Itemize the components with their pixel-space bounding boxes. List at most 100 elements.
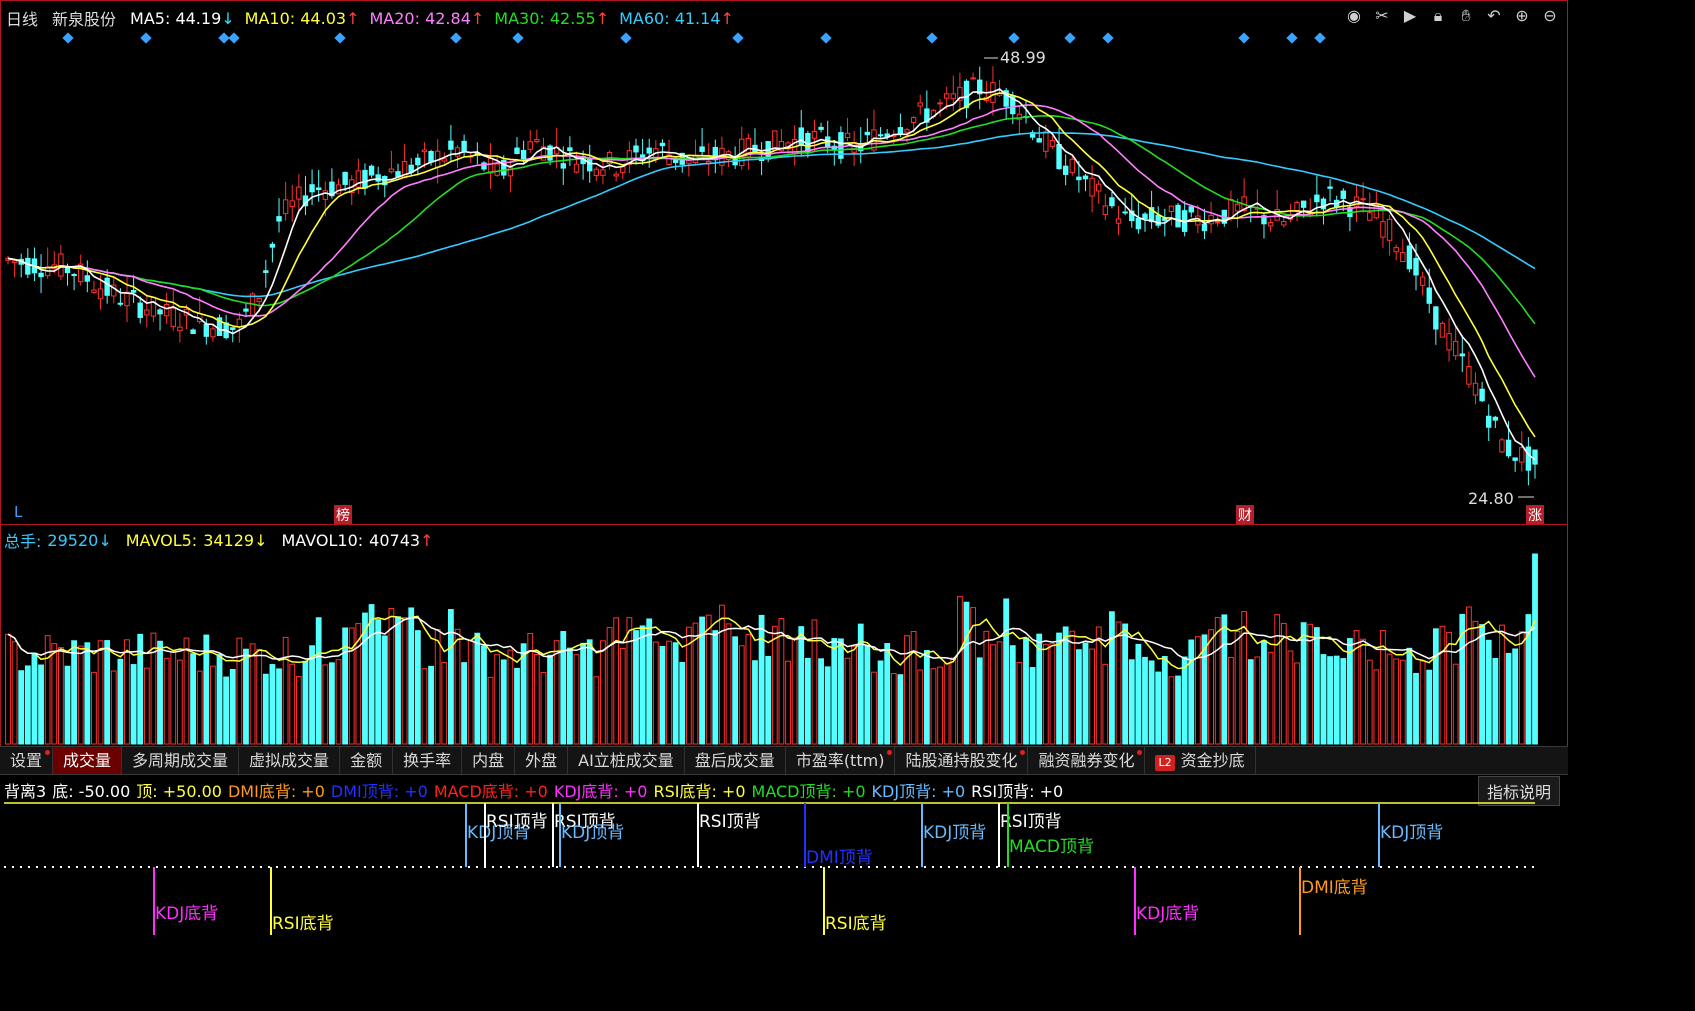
candle-body xyxy=(342,171,348,185)
volume-bar xyxy=(31,652,38,745)
tag-cai[interactable]: 财 xyxy=(1236,505,1254,525)
volume-bar xyxy=(1247,659,1254,745)
tab-7[interactable]: 外盘 xyxy=(515,747,569,774)
volume-bar xyxy=(996,641,1003,745)
volume-bar xyxy=(785,660,791,745)
tab-11[interactable]: 陆股通持股变化 xyxy=(895,747,1029,774)
volume-bar xyxy=(520,643,527,745)
candle-body xyxy=(1043,131,1049,152)
volume-bar xyxy=(1499,624,1505,745)
tab-5[interactable]: 换手率 xyxy=(393,747,463,774)
volume-bar xyxy=(117,658,124,745)
tab-4[interactable]: 金额 xyxy=(340,747,394,774)
svg-text:RSI底背: RSI底背 xyxy=(825,914,887,934)
signal-marker xyxy=(512,32,524,44)
signal-marker xyxy=(732,32,744,44)
candle-body xyxy=(910,117,917,124)
tab-13[interactable]: L2 资金抄底 xyxy=(1145,747,1256,774)
volume-bar xyxy=(130,664,137,745)
tab-6[interactable]: 内盘 xyxy=(462,747,516,774)
candle-body xyxy=(1393,247,1399,253)
volume-bar xyxy=(1142,656,1148,745)
candle-body xyxy=(210,328,216,338)
volume-bar xyxy=(600,640,606,745)
tab-label: AI立桩成交量 xyxy=(578,751,674,770)
tag-bang[interactable]: 榜 xyxy=(334,505,352,525)
candle-body xyxy=(276,216,282,222)
volume-bar xyxy=(593,676,600,745)
volume-bar xyxy=(1102,663,1109,745)
candle-body xyxy=(527,141,533,150)
volume-bar xyxy=(679,662,686,745)
tab-3[interactable]: 虚拟成交量 xyxy=(239,747,341,774)
volume-bar xyxy=(421,668,428,745)
candle-body xyxy=(560,163,566,169)
volume-bar xyxy=(176,659,183,745)
tab-10[interactable]: 市盈率(ttm) xyxy=(786,747,896,774)
divergence-signal: DMI顶背 xyxy=(804,803,873,868)
volume-bar xyxy=(652,641,659,745)
volume-bar xyxy=(395,616,401,745)
tab-1[interactable]: 成交量 xyxy=(53,747,123,774)
volume-bar xyxy=(1313,627,1320,745)
candle-body xyxy=(1479,388,1485,402)
price-chart[interactable]: 48.99 24.80 xyxy=(0,0,1568,523)
tab-12[interactable]: 融资融券变化 xyxy=(1028,747,1146,774)
volume-bar xyxy=(566,647,573,745)
tab-label: 内盘 xyxy=(472,751,505,770)
volume-bar xyxy=(447,609,454,745)
candle-body xyxy=(613,173,619,177)
volume-bar xyxy=(295,676,302,745)
indicator-item-1: 顶: +50.00 xyxy=(136,782,222,801)
divergence-chart[interactable]: KDJ底背 RSI底背 KDJ顶背 RSI顶背 RSI顶背 KDJ顶背 RSI顶背 DMI顶背… xyxy=(0,800,1568,935)
candle-body xyxy=(1386,218,1393,241)
volume-bar xyxy=(401,617,408,745)
candle-body xyxy=(157,309,163,315)
volume-bar xyxy=(223,676,230,745)
volume-bar xyxy=(309,645,315,745)
candle-body xyxy=(421,149,428,153)
candle-body xyxy=(1056,144,1062,170)
tab-label: 资金抄底 xyxy=(1180,751,1245,770)
tab-label: 陆股通持股变化 xyxy=(905,751,1018,770)
svg-text:KDJ顶背: KDJ顶背 xyxy=(561,823,624,843)
candle-body xyxy=(1300,200,1307,208)
volume-bar xyxy=(844,657,851,745)
svg-text:RSI顶背: RSI顶背 xyxy=(1000,812,1062,832)
tab-8[interactable]: AI立桩成交量 xyxy=(568,747,685,774)
volume-bar xyxy=(884,643,891,745)
volume-bar xyxy=(1234,631,1241,745)
tab-0[interactable]: 设置 xyxy=(0,747,54,774)
candle-body xyxy=(1340,190,1346,199)
tab-label: 市盈率(ttm) xyxy=(795,751,885,770)
tab-2[interactable]: 多周期成交量 xyxy=(122,747,240,774)
volume-bar xyxy=(1360,638,1367,745)
svg-text:RSI顶背: RSI顶背 xyxy=(699,812,761,832)
volume-bar xyxy=(474,632,481,745)
volume-chart[interactable] xyxy=(0,524,1568,746)
candle-body xyxy=(1175,204,1181,228)
candle-body xyxy=(1327,186,1333,189)
volume-bar xyxy=(586,639,593,745)
ma-line xyxy=(7,88,1536,461)
candle-body xyxy=(415,157,421,166)
candle-body xyxy=(230,327,236,330)
candle-body xyxy=(1062,165,1069,175)
tab-9[interactable]: 盘后成交量 xyxy=(685,747,786,774)
volume-bar xyxy=(1294,662,1300,745)
candle-body xyxy=(282,199,289,215)
volume-bar xyxy=(461,662,468,745)
volume-bar xyxy=(5,633,11,745)
volume-bar xyxy=(1228,656,1234,745)
volume-bar xyxy=(778,618,785,745)
volume-bar xyxy=(897,674,904,745)
volume-bar xyxy=(467,639,474,745)
volume-bar xyxy=(1109,611,1115,745)
signal-marker xyxy=(1008,32,1020,44)
volume-bar xyxy=(1512,648,1519,745)
tag-zhang[interactable]: 涨 xyxy=(1526,505,1544,525)
signal-marker xyxy=(1286,32,1298,44)
volume-bar xyxy=(890,673,897,745)
tab-label: 换手率 xyxy=(403,751,452,770)
volume-bar xyxy=(956,596,963,745)
